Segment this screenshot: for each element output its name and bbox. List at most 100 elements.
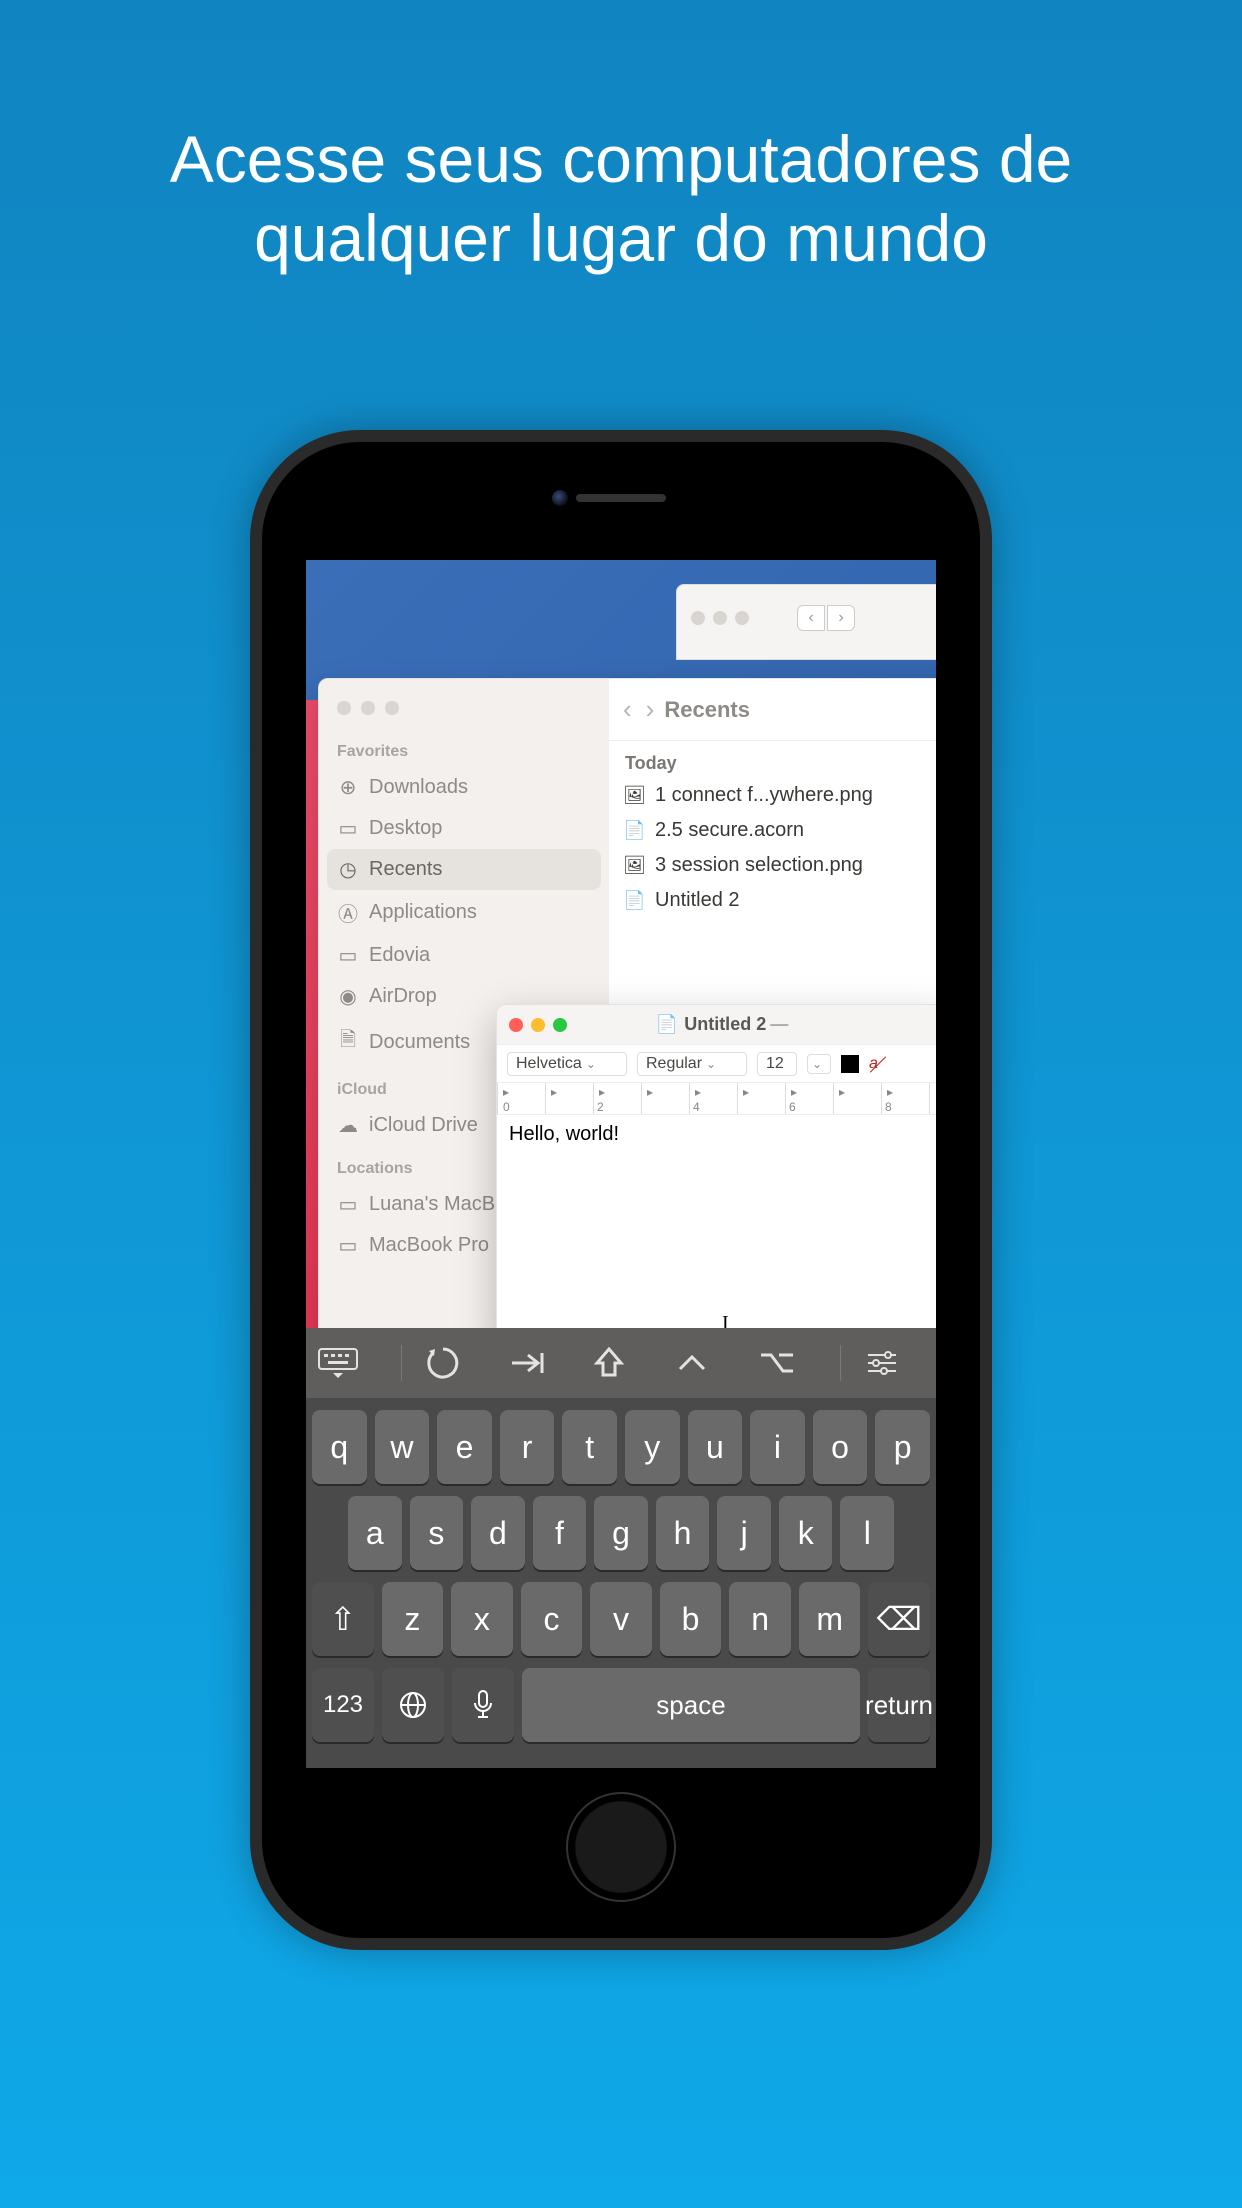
key-h[interactable]: h [656,1496,710,1570]
key-backspace[interactable]: ⌫ [868,1582,930,1656]
clear-formatting-icon[interactable]: a [869,1055,878,1073]
ruler-tick: 6 [789,1100,796,1114]
key-z[interactable]: z [382,1582,444,1656]
sidebar-item-label: iCloud Drive [369,1114,478,1137]
remote-toolbar [306,1328,936,1398]
key-q[interactable]: q [312,1410,367,1484]
finder-breadcrumb: Recents [664,697,750,723]
key-v[interactable]: v [590,1582,652,1656]
phone-bezel: ‹ › Favorites ⊕Downloads ▭Desktop ◷Recen… [262,442,980,1938]
settings-icon[interactable] [864,1349,924,1377]
sidebar-item-recents[interactable]: ◷Recents [327,849,601,890]
key-p[interactable]: p [875,1410,930,1484]
file-name: 1 connect f...ywhere.png [655,784,873,807]
key-y[interactable]: y [625,1410,680,1484]
finder-toolbar: ‹› Recents [609,679,936,741]
sidebar-item-applications[interactable]: Ⓐ Applications [319,890,609,935]
key-n[interactable]: n [729,1582,791,1656]
sidebar-item-label: MacBook Pro [369,1234,489,1257]
key-globe[interactable] [382,1668,444,1742]
text-cursor-icon: I [722,1312,729,1328]
textedit-ruler[interactable]: ▸ ▸ ▸ ▸ ▸ ▸ ▸ ▸ ▸ 0 2 4 6 8 10 [497,1083,936,1115]
sidebar-item-label: Luana's MacB [369,1193,495,1216]
key-c[interactable]: c [521,1582,583,1656]
key-s[interactable]: s [410,1496,464,1570]
cloud-icon: ☁ [337,1113,359,1138]
key-w[interactable]: w [375,1410,430,1484]
key-123[interactable]: 123 [312,1668,374,1742]
finder-nav[interactable]: ‹› [623,694,654,725]
sidebar-section-favorites: Favorites [319,729,609,767]
back-icon[interactable]: ‹ [623,694,632,725]
sidebar-item-label: Applications [369,901,477,924]
key-m[interactable]: m [799,1582,861,1656]
keyboard-row-3: ⇧ z x c v b n m ⌫ [312,1582,930,1656]
background-window: ‹ › [676,584,936,660]
key-l[interactable]: l [840,1496,894,1570]
finder-traffic-lights[interactable] [319,695,609,729]
nav-back-forward[interactable]: ‹ › [797,605,855,631]
sidebar-item-label: Recents [369,858,442,881]
desktop-icon: ▭ [337,816,359,841]
tab-key-icon[interactable] [508,1349,568,1377]
font-family-select[interactable]: Helvetica⌄ [507,1052,627,1076]
file-name: 2.5 secure.acorn [655,819,804,842]
image-icon: 🖼 [623,855,645,876]
sidebar-item-label: AirDrop [369,985,437,1008]
key-g[interactable]: g [594,1496,648,1570]
file-row[interactable]: 🖼3 session selection.png [609,848,936,883]
key-mic[interactable] [452,1668,514,1742]
file-icon: 📄 [623,890,645,911]
laptop-icon: ▭ [337,1192,359,1217]
sidebar-item-edovia[interactable]: ▭Edovia [319,935,609,976]
key-t[interactable]: t [562,1410,617,1484]
sidebar-item-downloads[interactable]: ⊕Downloads [319,767,609,808]
apps-icon: Ⓐ [337,898,359,927]
home-button[interactable] [566,1792,676,1902]
control-key-icon[interactable] [674,1351,734,1375]
forward-icon[interactable]: › [646,694,655,725]
shift-key-icon[interactable] [591,1345,651,1381]
key-x[interactable]: x [451,1582,513,1656]
key-o[interactable]: o [813,1410,868,1484]
screen: ‹ › Favorites ⊕Downloads ▭Desktop ◷Recen… [306,560,936,1768]
key-a[interactable]: a [348,1496,402,1570]
key-k[interactable]: k [779,1496,833,1570]
key-r[interactable]: r [500,1410,555,1484]
key-space[interactable]: space [522,1668,860,1742]
key-return[interactable]: return [868,1668,930,1742]
textedit-traffic-lights[interactable] [509,1018,567,1032]
laptop-icon: ▭ [337,1233,359,1258]
folder-icon: ▭ [337,943,359,968]
ruler-tick: 2 [597,1100,604,1114]
file-row[interactable]: 📄2.5 secure.acorn [609,813,936,848]
key-f[interactable]: f [533,1496,587,1570]
font-size-stepper[interactable]: ⌄ [807,1054,831,1074]
file-row[interactable]: 📄 Untitled 2 [609,883,936,918]
key-u[interactable]: u [688,1410,743,1484]
textedit-window[interactable]: 📄 Untitled 2 — Helvetica⌄ Regular⌄ 12 ⌄ … [496,1004,936,1328]
document-text: Hello, world! [509,1123,619,1145]
key-j[interactable]: j [717,1496,771,1570]
option-key-icon[interactable] [757,1349,817,1377]
textedit-content[interactable]: Hello, world! I [497,1115,936,1328]
text-color-swatch[interactable] [841,1055,859,1073]
key-d[interactable]: d [471,1496,525,1570]
file-row[interactable]: 🖼1 connect f...ywhere.png [609,778,936,813]
keyboard-toggle-icon[interactable] [318,1348,378,1378]
airdrop-icon: ◉ [337,984,359,1009]
key-shift[interactable]: ⇧ [312,1582,374,1656]
textedit-title: Untitled 2 [684,1014,766,1035]
textedit-toolbar: Helvetica⌄ Regular⌄ 12 ⌄ a [497,1045,936,1083]
font-style-value: Regular [646,1055,702,1073]
key-i[interactable]: i [750,1410,805,1484]
file-name: Untitled 2 [655,889,740,912]
sidebar-item-desktop[interactable]: ▭Desktop [319,808,609,849]
key-b[interactable]: b [660,1582,722,1656]
font-family-value: Helvetica [516,1055,582,1073]
font-size-select[interactable]: 12 [757,1052,797,1076]
font-style-select[interactable]: Regular⌄ [637,1052,747,1076]
escape-key-icon[interactable] [425,1345,485,1381]
key-e[interactable]: e [437,1410,492,1484]
remote-desktop-view: ‹ › Favorites ⊕Downloads ▭Desktop ◷Recen… [306,560,936,1328]
